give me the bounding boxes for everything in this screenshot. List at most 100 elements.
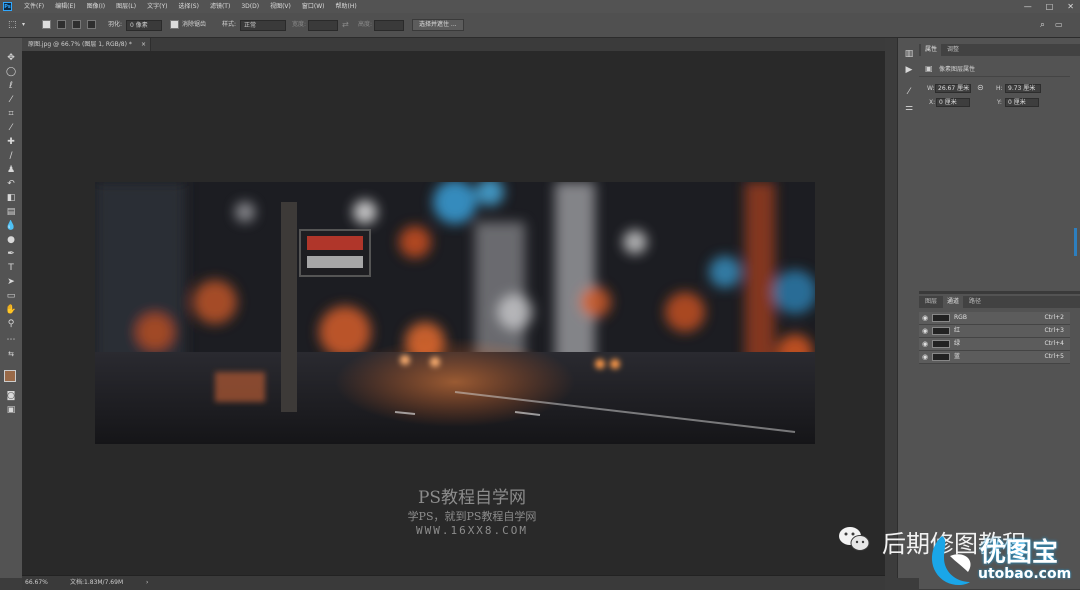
- height-label: H:: [996, 85, 1003, 92]
- style-select[interactable]: 正常: [240, 20, 286, 31]
- maximize-button[interactable]: □: [1046, 0, 1054, 13]
- visibility-eye-icon[interactable]: ◉: [922, 338, 928, 350]
- minimize-button[interactable]: —: [1024, 0, 1032, 13]
- actions-play-icon[interactable]: ▶: [902, 64, 916, 76]
- menu-edit[interactable]: 编辑(E): [55, 0, 75, 13]
- menu-type[interactable]: 文字(Y): [147, 0, 167, 13]
- channel-shortcut: Ctrl+3: [1044, 327, 1064, 334]
- status-arrow-icon[interactable]: ›: [146, 576, 148, 590]
- path-select-tool-icon[interactable]: ➤: [4, 276, 18, 288]
- intersect-selection-icon[interactable]: [87, 20, 96, 29]
- tab-layers[interactable]: 图层: [921, 296, 941, 308]
- eyedropper-tool-icon[interactable]: ⁄: [4, 122, 18, 134]
- options-bar: ⬚ ▾ 羽化: 0 像素 消除锯齿 样式: 正常 宽度: ⇄ 高度: 选择并遮住…: [0, 13, 1080, 38]
- close-button[interactable]: ✕: [1067, 0, 1074, 13]
- menu-filter[interactable]: 滤镜(T): [210, 0, 230, 13]
- wechat-logo-icon: [838, 525, 870, 553]
- history-brush-icon[interactable]: ↶: [4, 178, 18, 190]
- menu-image[interactable]: 图像(I): [87, 0, 105, 13]
- crop-tool-icon[interactable]: ⌗: [4, 108, 18, 120]
- new-selection-icon[interactable]: [42, 20, 51, 29]
- height-field[interactable]: 9.73 厘米: [1005, 84, 1041, 93]
- search-icon[interactable]: ⌕: [1040, 13, 1045, 37]
- channel-thumbnail: [932, 314, 950, 322]
- menu-help[interactable]: 帮助(H): [336, 0, 357, 13]
- channel-row[interactable]: ◉ 蓝 Ctrl+5: [919, 351, 1070, 364]
- quick-mask-icon[interactable]: ◙: [4, 390, 18, 402]
- foreground-color-swatch[interactable]: [4, 370, 16, 382]
- lasso-tool-icon[interactable]: ℓ: [4, 80, 18, 92]
- subtract-selection-icon[interactable]: [72, 20, 81, 29]
- brush-settings-icon[interactable]: ⁄: [902, 86, 916, 98]
- menu-layer[interactable]: 图层(L): [116, 0, 136, 13]
- height-input[interactable]: [374, 20, 404, 31]
- channel-row[interactable]: ◉ 红 Ctrl+3: [919, 325, 1070, 338]
- menu-view[interactable]: 视图(V): [270, 0, 291, 13]
- watermark-url: WWW.16XX8.COM: [415, 524, 529, 537]
- channel-row[interactable]: ◉ RGB Ctrl+2: [919, 312, 1070, 325]
- channel-row[interactable]: ◉ 绿 Ctrl+4: [919, 338, 1070, 351]
- pen-tool-icon[interactable]: ✒: [4, 248, 18, 260]
- divider: [919, 76, 1070, 77]
- visibility-eye-icon[interactable]: ◉: [922, 325, 928, 337]
- panel-scrollbar[interactable]: [1074, 228, 1077, 256]
- channel-shortcut: Ctrl+5: [1044, 353, 1064, 360]
- gradient-tool-icon[interactable]: ▤: [4, 206, 18, 218]
- y-field[interactable]: 0 厘米: [1005, 98, 1039, 107]
- visibility-eye-icon[interactable]: ◉: [922, 312, 928, 324]
- channel-shortcut: Ctrl+4: [1044, 340, 1064, 347]
- screen-mode-icon[interactable]: ▣: [4, 404, 18, 416]
- visibility-eye-icon[interactable]: ◉: [922, 351, 928, 363]
- tab-properties[interactable]: 属性: [921, 44, 942, 56]
- window-controls: — □ ✕: [1024, 0, 1074, 13]
- feather-label: 羽化:: [108, 21, 123, 28]
- antialias-checkbox[interactable]: [170, 20, 179, 29]
- marquee-tool-icon[interactable]: ◯: [4, 66, 18, 78]
- tab-channels[interactable]: 通道: [943, 296, 964, 308]
- menu-window[interactable]: 窗口(W): [302, 0, 325, 13]
- tab-adjustments[interactable]: 调整: [943, 44, 963, 56]
- brush-tool-icon[interactable]: ∕: [4, 150, 18, 162]
- shape-tool-icon[interactable]: ▭: [4, 290, 18, 302]
- width-field[interactable]: 26.67 厘米: [935, 84, 971, 93]
- zoom-tool-icon[interactable]: ⚲: [4, 318, 18, 330]
- menu-3d[interactable]: 3D(D): [241, 0, 259, 13]
- stamp-tool-icon[interactable]: ♟: [4, 164, 18, 176]
- zoom-level[interactable]: 66.67%: [25, 576, 48, 590]
- tab-paths[interactable]: 路径: [965, 296, 985, 308]
- x-field[interactable]: 0 厘米: [936, 98, 970, 107]
- add-selection-icon[interactable]: [57, 20, 66, 29]
- workspace-icon[interactable]: ▭: [1055, 13, 1063, 37]
- channel-thumbnail: [932, 327, 950, 335]
- document-tab[interactable]: 原图.jpg @ 66.7% (图层 1, RGB/8) * ×: [22, 38, 151, 51]
- channel-name: 红: [954, 327, 961, 334]
- adjust-sliders-icon[interactable]: ⚌: [902, 102, 916, 114]
- healing-tool-icon[interactable]: ✚: [4, 136, 18, 148]
- swap-colors-icon[interactable]: ⇆: [4, 348, 18, 360]
- history-panel-icon[interactable]: ▥: [902, 48, 916, 60]
- type-tool-icon[interactable]: T: [4, 262, 18, 274]
- chevron-down-icon[interactable]: ▾: [22, 13, 25, 37]
- more-tools-icon[interactable]: ⋯: [4, 334, 18, 346]
- menu-file[interactable]: 文件(F): [24, 0, 44, 13]
- eraser-tool-icon[interactable]: ◧: [4, 192, 18, 204]
- quick-select-tool-icon[interactable]: ⁄: [4, 94, 18, 106]
- document-tab-bar: [22, 38, 885, 51]
- menu-select[interactable]: 选择(S): [178, 0, 199, 13]
- blur-tool-icon[interactable]: 💧: [4, 220, 18, 232]
- feather-input[interactable]: 0 像素: [126, 20, 162, 31]
- swap-icon[interactable]: ⇄: [342, 13, 349, 37]
- move-tool-icon[interactable]: ✥: [4, 52, 18, 64]
- panel-separator: [919, 291, 1080, 294]
- width-input[interactable]: [308, 20, 338, 31]
- close-tab-icon[interactable]: ×: [141, 38, 146, 51]
- link-icon[interactable]: ⊝: [977, 83, 984, 92]
- dodge-tool-icon[interactable]: ●: [4, 234, 18, 246]
- select-and-mask-button[interactable]: 选择并遮住 ...: [412, 19, 464, 31]
- channel-thumbnail: [932, 340, 950, 348]
- document-image[interactable]: [95, 182, 815, 444]
- hand-tool-icon[interactable]: ✋: [4, 304, 18, 316]
- marquee-tool-preset-icon[interactable]: ⬚: [8, 13, 17, 37]
- tools-panel: ✥ ◯ ℓ ⁄ ⌗ ⁄ ✚ ∕ ♟ ↶ ◧ ▤ 💧 ● ✒ T ➤ ▭ ✋ ⚲ …: [0, 38, 23, 578]
- watermark-title: PS教程自学网: [417, 488, 527, 508]
